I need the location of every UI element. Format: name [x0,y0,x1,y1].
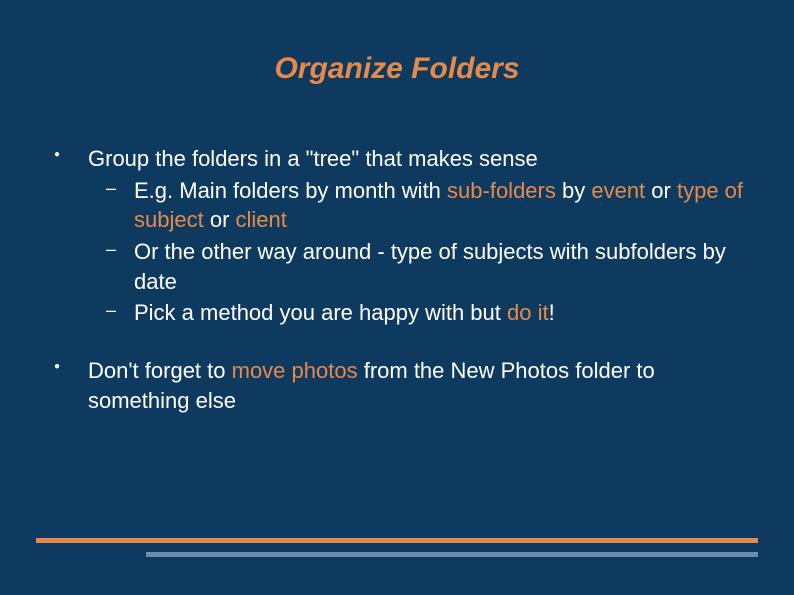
sub-bullet-1: E.g. Main folders by month with sub-fold… [88,176,754,235]
bullet-1-text: Group the folders in a "tree" that makes… [88,146,538,171]
sub1-text-a: E.g. Main folders by month with [134,178,447,203]
bullet-item-1: Group the folders in a "tree" that makes… [40,144,754,328]
bullet-item-2: Don't forget to move photos from the New… [40,356,754,415]
sub-bullet-list-1: E.g. Main folders by month with sub-fold… [88,176,754,328]
sub-bullet-2: Or the other way around - type of subjec… [88,237,754,296]
sub3-text-a: Pick a method you are happy with but [134,300,507,325]
slide: Organize Folders Group the folders in a … [0,0,794,595]
sub1-hl-event: event [591,178,645,203]
sub-bullet-3: Pick a method you are happy with but do … [88,298,754,328]
bullet-list: Group the folders in a "tree" that makes… [40,144,754,416]
bullet2-hl-move: move photos [232,358,358,383]
sub1-text-d: or [204,207,236,232]
sub1-hl-subfolders: sub-folders [447,178,556,203]
footer-line-accent [36,538,758,543]
sub3-hl-doit: do it [507,300,549,325]
sub1-text-c: or [645,178,677,203]
sub1-hl-client: client [236,207,287,232]
footer-line-secondary [146,552,758,557]
sub3-text-b: ! [549,300,555,325]
slide-title: Organize Folders [0,0,794,96]
bullet2-text-a: Don't forget to [88,358,232,383]
slide-body: Group the folders in a "tree" that makes… [0,96,794,416]
sub2-text: Or the other way around - type of subjec… [134,239,726,294]
sub1-text-b: by [556,178,591,203]
